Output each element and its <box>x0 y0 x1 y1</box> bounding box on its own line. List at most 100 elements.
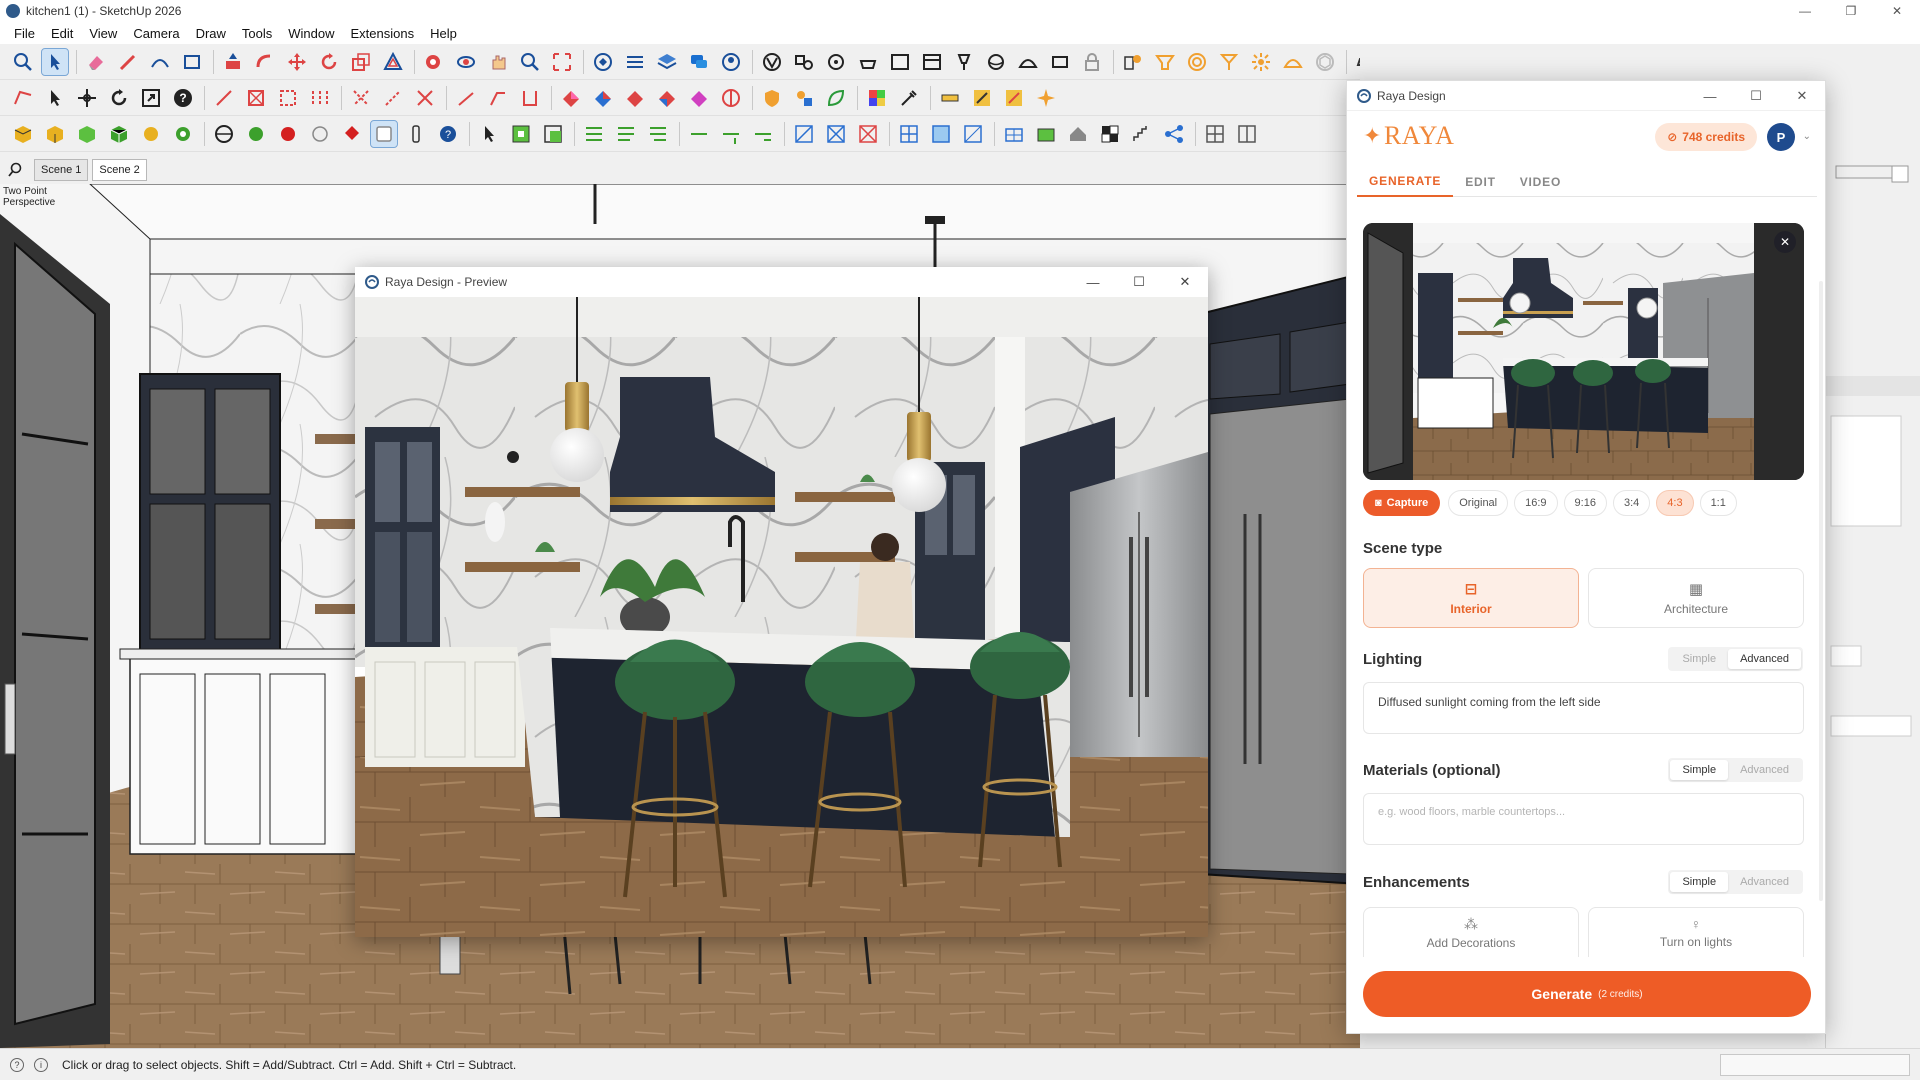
window-hatch-icon[interactable] <box>960 121 986 147</box>
capture-button[interactable]: ◙ Capture <box>1363 490 1441 516</box>
close-button[interactable]: ✕ <box>1874 0 1920 22</box>
zoom-icon[interactable] <box>10 49 36 75</box>
line-draw-icon[interactable] <box>211 85 237 111</box>
shield-icon[interactable] <box>759 85 785 111</box>
enhancements-advanced-option[interactable]: Advanced <box>1728 872 1801 892</box>
pro-tool-icon[interactable] <box>969 85 995 111</box>
intersect-icon[interactable] <box>686 85 712 111</box>
rectangle-icon[interactable] <box>179 49 205 75</box>
raya-maximize-button[interactable]: ☐ <box>1733 81 1779 111</box>
slope-icon[interactable] <box>453 85 479 111</box>
warehouse-icon[interactable] <box>590 49 616 75</box>
enhancement-add-decorations[interactable]: ⁂ Add Decorations <box>1363 907 1579 957</box>
pencil-icon[interactable] <box>115 49 141 75</box>
network-icon[interactable] <box>1161 121 1187 147</box>
ruler-icon[interactable] <box>937 85 963 111</box>
render-region-icon[interactable] <box>887 49 913 75</box>
ratio-1-1[interactable]: 1:1 <box>1699 490 1737 516</box>
rotate-icon[interactable] <box>316 49 342 75</box>
question-bubble-icon[interactable]: ? <box>435 121 461 147</box>
extension-warehouse-icon[interactable] <box>622 49 648 75</box>
table-split-icon[interactable] <box>1234 121 1260 147</box>
dynamic-component-icon[interactable] <box>138 121 164 147</box>
align-add-icon[interactable] <box>613 121 639 147</box>
sphere-light-icon[interactable] <box>983 49 1009 75</box>
layers-icon[interactable] <box>654 49 680 75</box>
materials-advanced-option[interactable]: Advanced <box>1728 760 1801 780</box>
preview-minimize-button[interactable]: — <box>1070 267 1116 297</box>
ring-icon[interactable] <box>1184 49 1210 75</box>
frame-buffer-icon[interactable] <box>919 49 945 75</box>
enhancements-simple-option[interactable]: Simple <box>1670 872 1729 892</box>
green-cube-icon[interactable] <box>106 121 132 147</box>
shapes-icon[interactable] <box>791 85 817 111</box>
menu-edit[interactable]: Edit <box>43 26 81 41</box>
cross-hatch-icon[interactable] <box>823 121 849 147</box>
align-sub-icon[interactable] <box>645 121 671 147</box>
preview-close-button[interactable]: ✕ <box>1162 267 1208 297</box>
texture-icon[interactable] <box>243 121 269 147</box>
chaos-scatter-icon[interactable] <box>1152 49 1178 75</box>
lock-icon[interactable] <box>1079 49 1105 75</box>
wall-grid-icon[interactable] <box>1001 121 1027 147</box>
scene-tab-1[interactable]: Scene 1 <box>34 159 89 181</box>
red-hatch-icon[interactable] <box>855 121 881 147</box>
wall-green-icon[interactable] <box>1033 121 1059 147</box>
rect-light-icon[interactable] <box>1047 49 1073 75</box>
zoom-window-icon[interactable] <box>517 49 543 75</box>
ratio-original[interactable]: Original <box>1448 490 1509 516</box>
vray-icon[interactable] <box>759 49 785 75</box>
render-tool-icon[interactable] <box>791 49 817 75</box>
window-blue-icon[interactable] <box>928 121 954 147</box>
scene-tab-2[interactable]: Scene 2 <box>92 159 147 181</box>
orbit-icon[interactable] <box>453 49 479 75</box>
solid-tools-icon[interactable] <box>558 85 584 111</box>
minimize-button[interactable]: — <box>1782 0 1828 22</box>
scene-type-architecture[interactable]: ▦ Architecture <box>1588 568 1804 628</box>
dashed-frame-icon[interactable] <box>307 85 333 111</box>
bottle-icon[interactable] <box>403 121 429 147</box>
dash-plus-icon[interactable] <box>718 121 744 147</box>
zoom-extents-icon[interactable] <box>549 49 575 75</box>
select-tool-icon[interactable] <box>41 47 69 76</box>
ratio-9-16[interactable]: 9:16 <box>1563 490 1607 516</box>
dome-light-icon[interactable] <box>1015 49 1041 75</box>
dash-minus-icon[interactable] <box>750 121 776 147</box>
materials-simple-option[interactable]: Simple <box>1670 760 1729 780</box>
menu-window[interactable]: Window <box>280 26 342 41</box>
move-icon[interactable] <box>284 49 310 75</box>
omni-light-icon[interactable] <box>1248 49 1274 75</box>
menu-draw[interactable]: Draw <box>188 26 234 41</box>
angle-icon[interactable] <box>485 85 511 111</box>
shaded-style-icon[interactable] <box>370 119 398 148</box>
menu-tools[interactable]: Tools <box>234 26 280 41</box>
raya-scrollbar[interactable] <box>1819 281 1823 901</box>
ratio-4-3[interactable]: 4:3 <box>1656 490 1694 516</box>
mesh-light-icon[interactable] <box>1280 49 1306 75</box>
arc-icon[interactable] <box>147 49 173 75</box>
material-editor-icon[interactable] <box>1120 49 1146 75</box>
measurements-box[interactable] <box>1720 1054 1910 1076</box>
preview-maximize-button[interactable]: ☐ <box>1116 267 1162 297</box>
checker-icon[interactable] <box>1097 121 1123 147</box>
credits-badge[interactable]: ⊘ 748 credits <box>1655 123 1757 151</box>
ratio-3-4[interactable]: 3:4 <box>1612 490 1651 516</box>
bracket-icon[interactable] <box>517 85 543 111</box>
pro-edit-icon[interactable] <box>1001 85 1027 111</box>
spot-light-icon[interactable] <box>1216 49 1242 75</box>
explode-icon[interactable] <box>348 85 374 111</box>
color-palette-icon[interactable] <box>864 85 890 111</box>
tab-video[interactable]: VIDEO <box>1508 167 1573 197</box>
leaf-icon[interactable] <box>823 85 849 111</box>
lighting-simple-option[interactable]: Simple <box>1670 649 1728 669</box>
profile-icon[interactable] <box>718 49 744 75</box>
push-pull-icon[interactable] <box>220 49 246 75</box>
enhancement-turn-on-lights[interactable]: ♀ Turn on lights <box>1588 907 1804 957</box>
lighting-input[interactable]: Diffused sunlight coming from the left s… <box>1363 682 1804 734</box>
select-arrow-icon[interactable] <box>42 85 68 111</box>
scale-icon[interactable] <box>348 49 374 75</box>
corner-box-icon[interactable] <box>275 85 301 111</box>
follow-me-icon[interactable] <box>252 49 278 75</box>
chat-icon[interactable] <box>686 49 712 75</box>
raya-minimize-button[interactable]: — <box>1687 81 1733 111</box>
